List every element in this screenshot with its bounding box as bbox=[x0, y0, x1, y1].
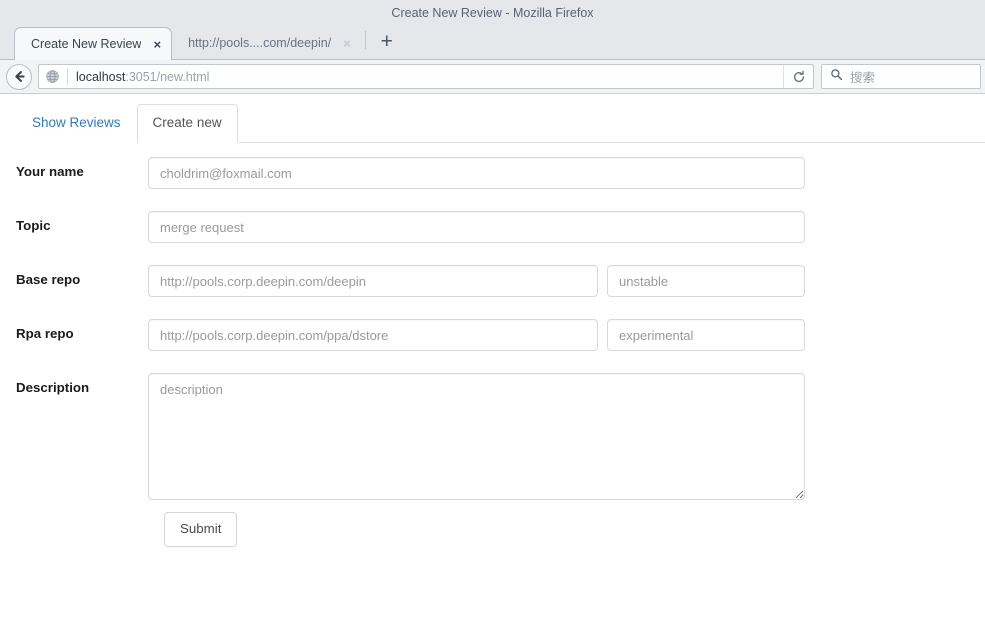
globe-icon bbox=[45, 69, 60, 84]
your-name-input[interactable] bbox=[148, 157, 805, 189]
browser-tab-pools-deepin[interactable]: http://pools....com/deepin/ × bbox=[172, 27, 361, 59]
form-row-description: Description bbox=[16, 373, 985, 500]
tab-create-new[interactable]: Create new bbox=[136, 104, 238, 143]
label-your-name: Your name bbox=[16, 164, 84, 179]
field-group-description bbox=[148, 373, 985, 500]
search-placeholder: 搜索 bbox=[850, 71, 876, 85]
close-icon[interactable]: × bbox=[153, 38, 161, 51]
firefox-window: Create New Review - Mozilla Firefox Crea… bbox=[0, 0, 985, 644]
back-arrow-icon bbox=[14, 71, 25, 82]
window-title: Create New Review - Mozilla Firefox bbox=[391, 6, 594, 20]
page-content: Show Reviews Create new Your name Topic … bbox=[0, 104, 985, 644]
field-group-rpa-repo bbox=[148, 319, 985, 351]
url-divider bbox=[67, 68, 68, 85]
submit-button[interactable]: Submit bbox=[164, 512, 238, 547]
base-repo-branch-input[interactable] bbox=[607, 265, 805, 297]
browser-tab-create-new-review[interactable]: Create New Review × bbox=[14, 27, 173, 60]
label-base-repo: Base repo bbox=[16, 272, 81, 287]
form-actions: Submit bbox=[16, 512, 985, 547]
create-review-form: Your name Topic Base repo Rpa rep bbox=[0, 143, 985, 547]
topic-input[interactable] bbox=[148, 211, 805, 243]
page-nav-tabs: Show Reviews Create new bbox=[0, 104, 985, 143]
tab-show-reviews[interactable]: Show Reviews bbox=[16, 104, 137, 143]
url-host: localhost bbox=[76, 69, 126, 84]
new-tab-button[interactable]: + bbox=[372, 27, 402, 57]
form-row-your-name: Your name bbox=[16, 157, 985, 201]
window-titlebar: Create New Review - Mozilla Firefox bbox=[0, 0, 985, 27]
description-textarea[interactable] bbox=[148, 373, 805, 500]
url-text: localhost:3051/new.html bbox=[76, 70, 783, 84]
browser-navigation-toolbar: localhost:3051/new.html 搜索 bbox=[0, 60, 985, 94]
reload-button[interactable] bbox=[783, 65, 813, 88]
form-row-rpa-repo: Rpa repo bbox=[16, 319, 985, 363]
reload-icon bbox=[793, 70, 804, 82]
url-path: :3051/new.html bbox=[125, 69, 210, 84]
base-repo-input[interactable] bbox=[148, 265, 598, 297]
field-group-base-repo bbox=[148, 265, 985, 297]
label-rpa-repo: Rpa repo bbox=[16, 326, 74, 341]
browser-tab-label: Create New Review bbox=[31, 37, 142, 51]
back-button[interactable] bbox=[6, 63, 32, 90]
search-bar[interactable]: 搜索 bbox=[821, 64, 981, 89]
browser-tab-strip: Create New Review × http://pools....com/… bbox=[0, 27, 985, 60]
rpa-repo-branch-input[interactable] bbox=[607, 319, 805, 351]
field-group-your-name bbox=[148, 157, 985, 189]
browser-tab-label: http://pools....com/deepin/ bbox=[188, 36, 332, 50]
field-group-topic bbox=[148, 211, 985, 243]
label-description: Description bbox=[16, 380, 90, 395]
form-row-base-repo: Base repo bbox=[16, 265, 985, 309]
label-topic: Topic bbox=[16, 218, 51, 233]
form-row-topic: Topic bbox=[16, 211, 985, 255]
search-icon bbox=[830, 68, 843, 86]
url-bar[interactable]: localhost:3051/new.html bbox=[38, 64, 814, 89]
rpa-repo-input[interactable] bbox=[148, 319, 598, 351]
tab-separator bbox=[364, 31, 366, 49]
close-icon[interactable]: × bbox=[343, 37, 351, 50]
